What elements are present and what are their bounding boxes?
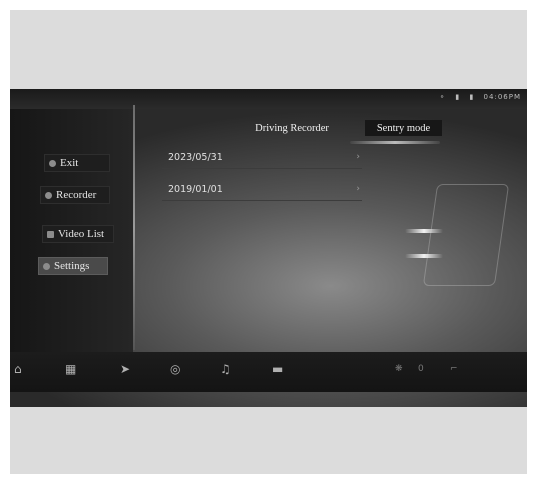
sidebar-item-label: Settings bbox=[54, 260, 90, 272]
clock-time: 04:06 bbox=[483, 93, 509, 101]
tab-underline bbox=[350, 141, 440, 144]
signal-icon: ▮ bbox=[455, 93, 461, 101]
row-divider bbox=[162, 168, 362, 169]
sidebar-item-video-list[interactable]: Video List bbox=[42, 225, 114, 243]
chevron-right-icon: › bbox=[356, 184, 360, 194]
date-label: 2019/01/01 bbox=[168, 183, 223, 195]
seat-icon[interactable]: ⌐ bbox=[450, 362, 458, 376]
volume-value: 0 bbox=[418, 364, 424, 374]
date-label: 2023/05/31 bbox=[168, 151, 223, 163]
navigation-icon[interactable]: ➤ bbox=[120, 362, 130, 376]
clock-meridiem: PM bbox=[508, 93, 521, 101]
head-unit-screen: ⚬ ▮ ▮ 04:06PM Exit Recorder Video List S… bbox=[10, 89, 527, 407]
car-illustration bbox=[422, 184, 510, 286]
apps-icon[interactable]: ▦ bbox=[65, 362, 76, 376]
battery-icon: ▮ bbox=[469, 93, 475, 101]
headlight-glow bbox=[405, 254, 443, 258]
tab-sentry-mode[interactable]: Sentry mode bbox=[365, 120, 442, 136]
wifi-icon: ⚬ bbox=[439, 93, 447, 101]
list-item-date[interactable]: 2023/05/31 › bbox=[162, 145, 362, 169]
gear-icon bbox=[43, 262, 50, 270]
fan-icon[interactable]: ❋ bbox=[395, 362, 403, 376]
record-icon bbox=[45, 191, 52, 199]
headlight-glow bbox=[405, 229, 443, 233]
car-icon[interactable]: ▬ bbox=[272, 362, 283, 376]
sidebar-divider bbox=[133, 105, 135, 350]
status-indicators: ⚬ ▮ ▮ 04:06PM bbox=[433, 93, 521, 101]
sidebar-item-exit[interactable]: Exit bbox=[44, 154, 110, 172]
chevron-right-icon: › bbox=[356, 152, 360, 162]
list-item-date[interactable]: 2019/01/01 › bbox=[162, 177, 362, 201]
row-divider bbox=[162, 200, 362, 201]
sidebar-item-label: Video List bbox=[58, 228, 105, 240]
voice-icon[interactable]: ◎ bbox=[170, 362, 180, 376]
sidebar-item-recorder[interactable]: Recorder bbox=[40, 186, 110, 204]
sidebar-item-label: Exit bbox=[60, 157, 79, 169]
home-icon[interactable]: ⌂ bbox=[14, 362, 22, 376]
sidebar-item-label: Recorder bbox=[56, 189, 97, 201]
status-bar: ⚬ ▮ ▮ 04:06PM bbox=[10, 89, 527, 109]
music-icon[interactable]: ♫ bbox=[220, 362, 231, 376]
arrow-left-icon bbox=[49, 159, 56, 167]
folder-icon bbox=[47, 230, 54, 238]
sidebar-item-settings[interactable]: Settings bbox=[38, 257, 108, 275]
tab-driving-recorder[interactable]: Driving Recorder bbox=[247, 120, 337, 136]
